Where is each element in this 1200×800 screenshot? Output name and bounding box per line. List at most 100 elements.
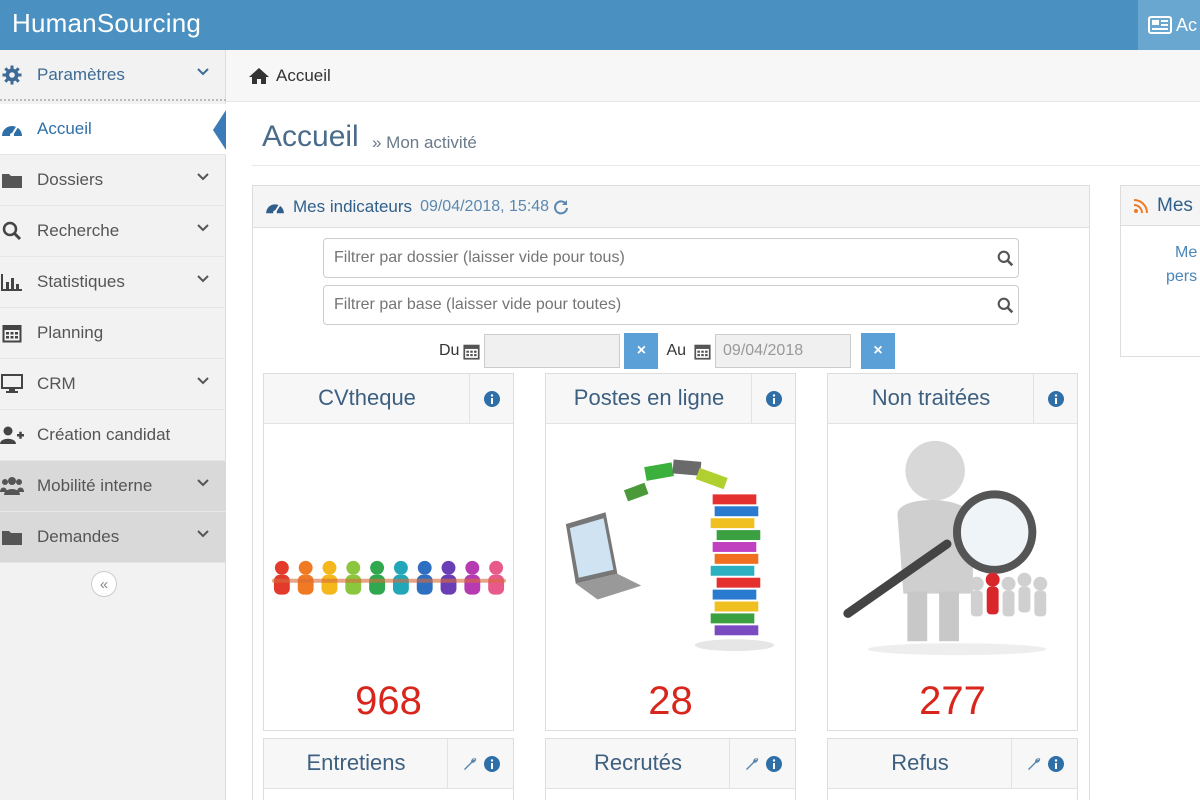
indicator-card-postes-en-ligne[interactable]: Postes en ligne 28 [545,373,796,731]
gear-icon [0,63,24,87]
breadcrumb: Accueil [226,50,1200,102]
card-tools [751,374,795,424]
chevron-down-icon [197,275,209,283]
wrench-icon[interactable] [462,756,478,772]
indicators-timestamp: 09/04/2018, 15:48 [420,197,550,215]
info-icon[interactable] [1047,756,1064,772]
sidebar-item-dossiers[interactable]: Dossiers [0,155,226,206]
wrench-icon[interactable] [744,756,760,772]
calendar-icon [463,344,481,360]
sidebar-item-accueil[interactable]: Accueil [0,104,226,155]
user-plus-icon [0,423,24,447]
right-panel-text-2: pers [1166,268,1198,285]
sidebar-item-label: Création candidat [37,425,171,444]
sidebar-item-label: Planning [37,323,104,342]
card-title: Refus [891,750,949,775]
card-title: CVtheque [318,385,416,410]
top-right-button[interactable]: Ac [1138,0,1200,50]
card-tools [729,739,795,789]
au-label: Au [666,342,687,359]
card-body: 277 [828,424,1077,730]
clear-date-to-button[interactable]: × [861,333,896,369]
card-value: 968 [355,679,422,723]
people-chain-illustration [271,560,507,595]
card-value: 28 [648,679,693,723]
sidebar-item-creation-candidat[interactable]: Création candidat [0,410,226,461]
card-header: Entretiens [264,739,513,789]
search-icon[interactable] [997,297,1014,314]
app-title[interactable]: HumanSourcing [12,8,201,39]
calendar-icon [694,344,711,360]
date-to-input[interactable]: 09/04/2018 [715,334,852,368]
indicators-title: Mes indicateurs [293,196,413,216]
sidebar-item-mobilite-interne[interactable]: Mobilité interne [0,461,226,512]
page-title: Accueil [262,120,359,153]
sidebar-item-label: CRM [37,374,76,393]
chevron-down-icon [197,173,209,181]
sidebar-item-statistiques[interactable]: Statistiques [0,257,226,308]
sidebar-item-planning[interactable]: Planning [0,308,226,359]
card-header: Postes en ligne [546,374,795,424]
sidebar-item-label: Recherche [37,221,120,240]
info-icon[interactable] [765,391,782,407]
folder-icon [0,525,24,549]
card-body: 28 [546,424,795,730]
sidebar-item-parametres[interactable]: Paramètres [0,50,226,101]
right-panel-header: Mes [1121,186,1200,226]
indicator-card-recrutes[interactable]: Recrutés [545,738,796,800]
sidebar-collapse-button[interactable]: « [91,571,117,597]
clear-date-from-button[interactable]: × [624,333,659,369]
filter-base-input[interactable] [323,285,1019,325]
breadcrumb-home-link[interactable]: Accueil [276,66,331,86]
info-icon[interactable] [483,756,500,772]
info-icon[interactable] [765,756,782,772]
indicator-card-entretiens[interactable]: Entretiens [263,738,514,800]
chevron-down-icon [197,224,209,232]
chevron-down-icon [197,479,209,487]
sidebar-item-label: Mobilité interne [37,476,153,495]
search-icon[interactable] [997,250,1014,267]
sidebar-item-recherche[interactable]: Recherche [0,206,226,257]
monitor-icon [0,372,24,396]
sidebar-item-label: Demandes [37,527,120,546]
card-title: Entretiens [306,750,406,775]
card-body: 968 [264,424,513,730]
card-header: CVtheque [264,374,513,424]
chevron-down-icon [197,68,209,76]
page-subtitle: » Mon activité [372,133,477,152]
search-icon [0,219,24,243]
card-value: 277 [919,679,986,723]
sidebar-item-label: Dossiers [37,170,104,189]
chevron-down-icon [197,530,209,538]
card-tools [1011,739,1077,789]
indicator-card-cvtheque[interactable]: CVtheque 968 [263,373,514,731]
card-title: Recrutés [593,750,683,775]
filter-dossier-input[interactable] [323,238,1019,278]
info-icon[interactable] [1047,391,1064,407]
right-panel-text-1: Me [1175,244,1198,261]
refresh-icon[interactable] [553,199,569,215]
sidebar-item-label: Accueil [37,119,92,138]
sidebar-item-demandes[interactable]: Demandes [0,512,226,563]
right-panel: Mes Me pers [1120,185,1200,357]
wrench-icon[interactable] [1026,756,1042,772]
date-range: Du × Au 09/04/2018 × [439,333,896,369]
indicators-panel-header: Mes indicateurs 09/04/2018, 15:48 [253,186,1089,228]
right-panel-title: Mes [1157,194,1193,216]
rss-icon [1133,198,1148,213]
dashboard-icon [0,117,24,141]
calendar-icon [0,321,24,345]
indicator-card-non-traitees[interactable]: Non traitées 277 [827,373,1078,731]
indicator-card-refus[interactable]: Refus [827,738,1078,800]
info-icon[interactable] [483,391,500,407]
divider [252,165,1200,166]
sidebar-item-crm[interactable]: CRM [0,359,226,410]
card-tools [447,739,513,789]
chevron-down-icon [197,377,209,385]
laptop-books-illustration [565,459,775,652]
top-right-label: Ac [1176,14,1198,35]
card-title: Postes en ligne [573,385,725,410]
sidebar-item-label: Statistiques [37,272,125,291]
sidebar: Paramètres Accueil Dossiers Recherche St… [0,50,226,800]
date-from-input[interactable] [484,334,621,368]
